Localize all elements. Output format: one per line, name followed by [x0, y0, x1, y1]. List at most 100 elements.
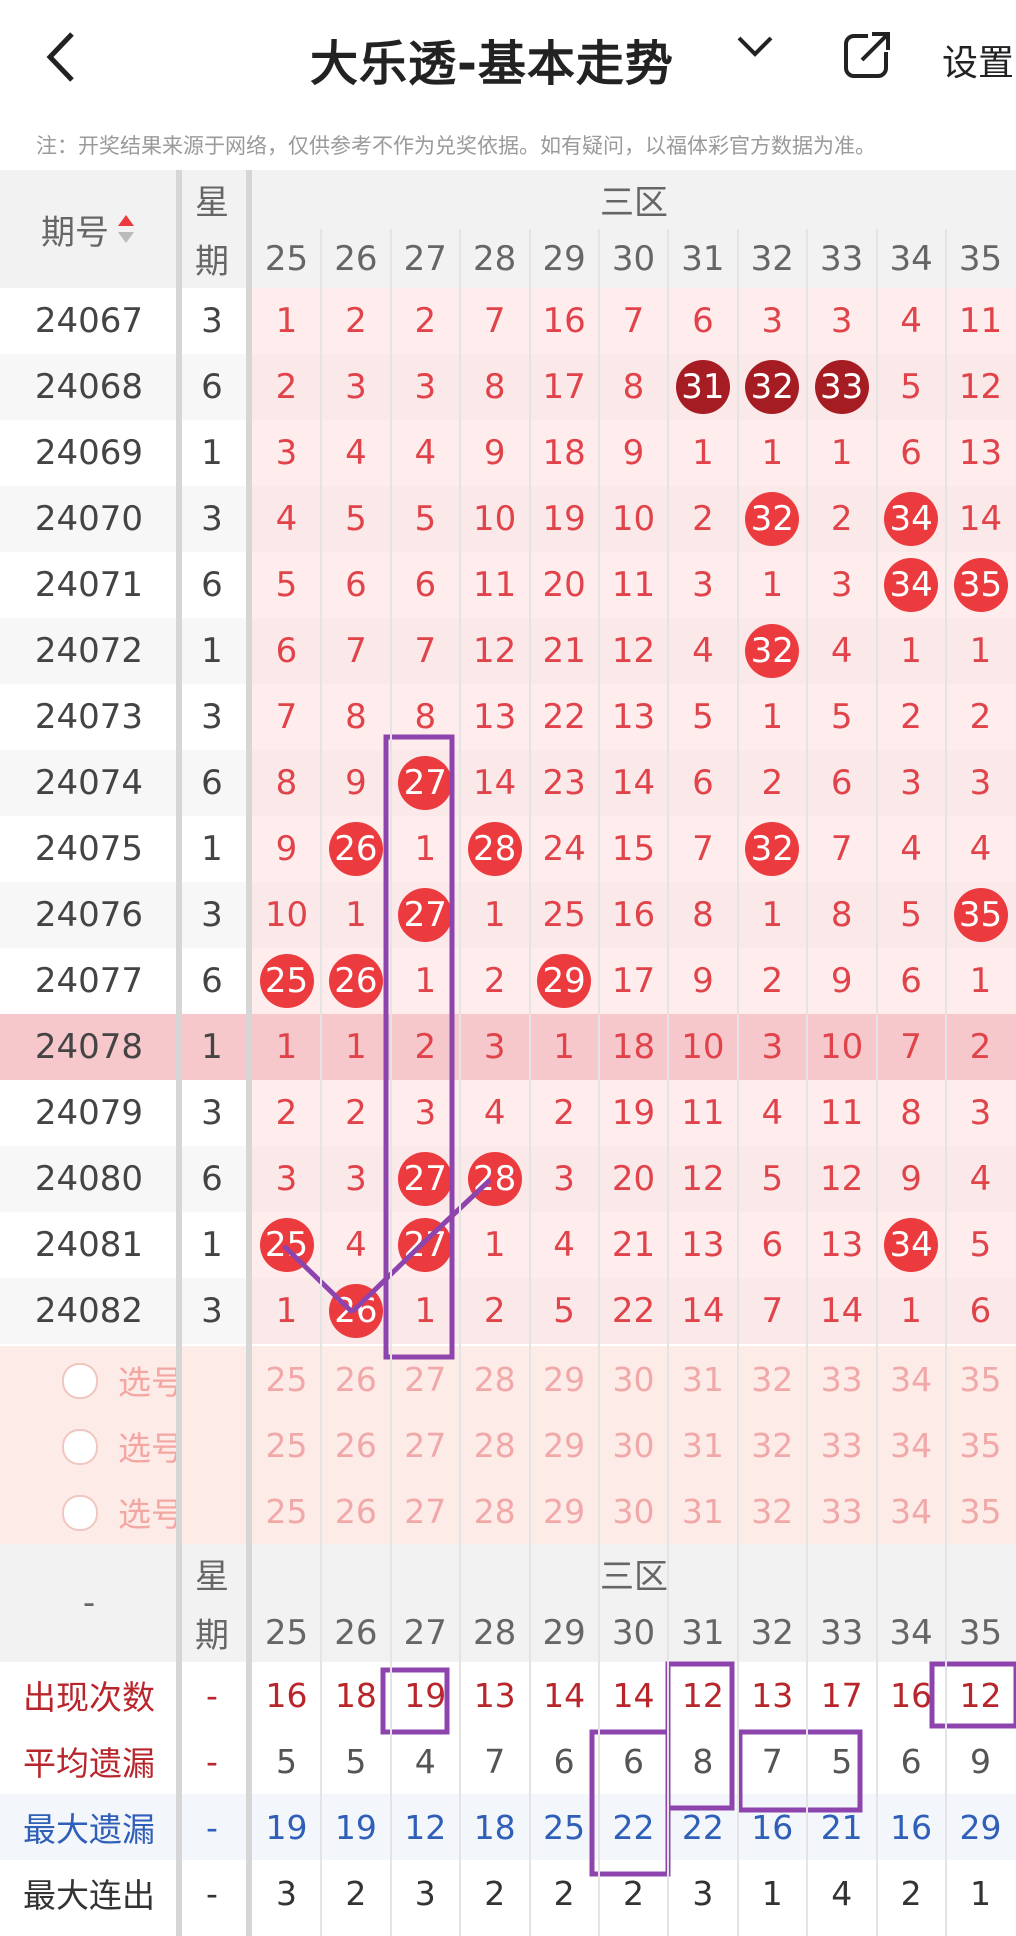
- stats-value: 16: [890, 1675, 933, 1715]
- number-cell: 8: [692, 895, 714, 935]
- pick-number[interactable]: 35: [946, 1478, 1015, 1544]
- issue-column-header[interactable]: 期号: [0, 170, 178, 288]
- table-row: 24070 3 4 5 5 10 19 10 2 32 2 34 14: [0, 486, 1016, 552]
- number-cell: 2: [900, 697, 922, 737]
- pick-number[interactable]: 25: [252, 1346, 321, 1412]
- number-cell: 1: [830, 433, 853, 473]
- pick-radio[interactable]: [62, 1429, 98, 1465]
- issue-number: 24072: [34, 631, 144, 671]
- pick-number[interactable]: 34: [877, 1412, 946, 1478]
- number-cell: 3: [969, 763, 992, 803]
- number-cell: 4: [900, 301, 922, 341]
- column-header: 34: [889, 238, 933, 279]
- pick-number[interactable]: 28: [460, 1412, 529, 1478]
- number-cell: 18: [611, 1027, 656, 1067]
- pick-radio[interactable]: [62, 1495, 98, 1531]
- stats-value: 3: [692, 1873, 714, 1913]
- pick-label[interactable]: 选号: [118, 1356, 184, 1404]
- pick-number[interactable]: 27: [391, 1346, 460, 1412]
- stats-value: 5: [345, 1741, 367, 1781]
- pick-number[interactable]: 28: [460, 1346, 529, 1412]
- number-cell: 3: [414, 1093, 437, 1133]
- stats-value: 12: [959, 1675, 1002, 1715]
- drawn-ball: 26: [328, 954, 383, 1008]
- pick-number[interactable]: 29: [530, 1346, 599, 1412]
- number-cell: 13: [611, 697, 656, 737]
- pick-number[interactable]: 30: [599, 1412, 668, 1478]
- stats-label: 最大遗漏: [23, 1810, 155, 1849]
- pick-number[interactable]: 32: [738, 1412, 807, 1478]
- number-cell: 9: [275, 829, 298, 869]
- number-cell: 19: [611, 1093, 656, 1133]
- pick-label[interactable]: 选号: [118, 1488, 184, 1536]
- pick-number[interactable]: 27: [391, 1412, 460, 1478]
- pick-label[interactable]: 选号: [118, 1422, 184, 1470]
- table-row: 24067 3 1 2 2 7 16 7 6 3 3 4 11: [0, 288, 1016, 354]
- column-header: 30: [611, 238, 656, 279]
- number-cell: 9: [622, 433, 645, 473]
- stats-value: 2: [345, 1873, 367, 1913]
- pick-number[interactable]: 35: [946, 1412, 1015, 1478]
- pick-number[interactable]: 30: [599, 1346, 668, 1412]
- pick-number[interactable]: 35: [946, 1346, 1015, 1412]
- pick-number[interactable]: 33: [807, 1412, 876, 1478]
- drawn-ball: 27: [398, 1152, 453, 1206]
- pick-number[interactable]: 33: [807, 1346, 876, 1412]
- number-cell: 7: [830, 829, 853, 869]
- column-header: 34: [889, 1612, 933, 1653]
- number-cell: 14: [820, 1291, 864, 1331]
- pick-number[interactable]: 28: [460, 1478, 529, 1544]
- stats-week: -: [206, 1873, 218, 1913]
- settings-button[interactable]: 设置: [942, 34, 1014, 86]
- number-cell: 5: [692, 697, 714, 737]
- column-header: 31: [681, 1612, 725, 1653]
- pick-radio[interactable]: [62, 1363, 98, 1399]
- number-cell: 7: [761, 1291, 784, 1331]
- number-cell: 2: [483, 1291, 506, 1331]
- back-button[interactable]: [40, 22, 80, 92]
- number-cell: 4: [969, 1159, 992, 1199]
- title-dropdown[interactable]: [735, 30, 775, 68]
- table-row: 24073 3 7 8 8 13 22 13 5 1 5 2 2: [0, 684, 1016, 750]
- number-cell: 32: [738, 486, 807, 552]
- pick-number[interactable]: 32: [738, 1478, 807, 1544]
- number-cell: 3: [969, 1093, 992, 1133]
- number-cell: 1: [275, 301, 298, 341]
- table-row: 24080 6 3 3 27 28 3 20 12 5 12 9 4: [0, 1146, 1016, 1212]
- drawn-ball: 32: [745, 360, 800, 414]
- column-divider: [176, 170, 182, 1936]
- number-cell: 13: [473, 697, 517, 737]
- number-cell: 1: [900, 1291, 922, 1331]
- number-cell: 1: [969, 631, 992, 671]
- number-cell: 5: [900, 367, 922, 407]
- issue-number: 24082: [34, 1291, 144, 1331]
- week-day: 1: [201, 829, 223, 869]
- pick-number[interactable]: 26: [321, 1478, 390, 1544]
- number-cell: 1: [275, 1291, 298, 1331]
- share-button[interactable]: [842, 28, 894, 80]
- pick-number[interactable]: 29: [530, 1412, 599, 1478]
- number-cell: 35: [946, 552, 1015, 618]
- pick-number[interactable]: 27: [391, 1478, 460, 1544]
- pick-number[interactable]: 31: [668, 1412, 737, 1478]
- pick-number[interactable]: 34: [877, 1478, 946, 1544]
- number-cell: 11: [473, 565, 517, 605]
- drawn-ball: 26: [328, 822, 383, 876]
- pick-number[interactable]: 26: [321, 1412, 390, 1478]
- pick-number[interactable]: 32: [738, 1346, 807, 1412]
- page-title[interactable]: 大乐透-基本走势: [310, 24, 674, 94]
- number-cell: 8: [622, 367, 645, 407]
- stats-value: 2: [900, 1873, 922, 1913]
- pick-number[interactable]: 34: [877, 1346, 946, 1412]
- number-cell: 11: [681, 1093, 725, 1133]
- pick-number[interactable]: 26: [321, 1346, 390, 1412]
- pick-number[interactable]: 33: [807, 1478, 876, 1544]
- pick-number[interactable]: 25: [252, 1412, 321, 1478]
- pick-number[interactable]: 31: [668, 1478, 737, 1544]
- pick-number[interactable]: 25: [252, 1478, 321, 1544]
- stats-value: 16: [751, 1807, 794, 1847]
- pick-number[interactable]: 29: [530, 1478, 599, 1544]
- pick-number[interactable]: 31: [668, 1346, 737, 1412]
- stats-value: 22: [681, 1807, 724, 1847]
- pick-number[interactable]: 30: [599, 1478, 668, 1544]
